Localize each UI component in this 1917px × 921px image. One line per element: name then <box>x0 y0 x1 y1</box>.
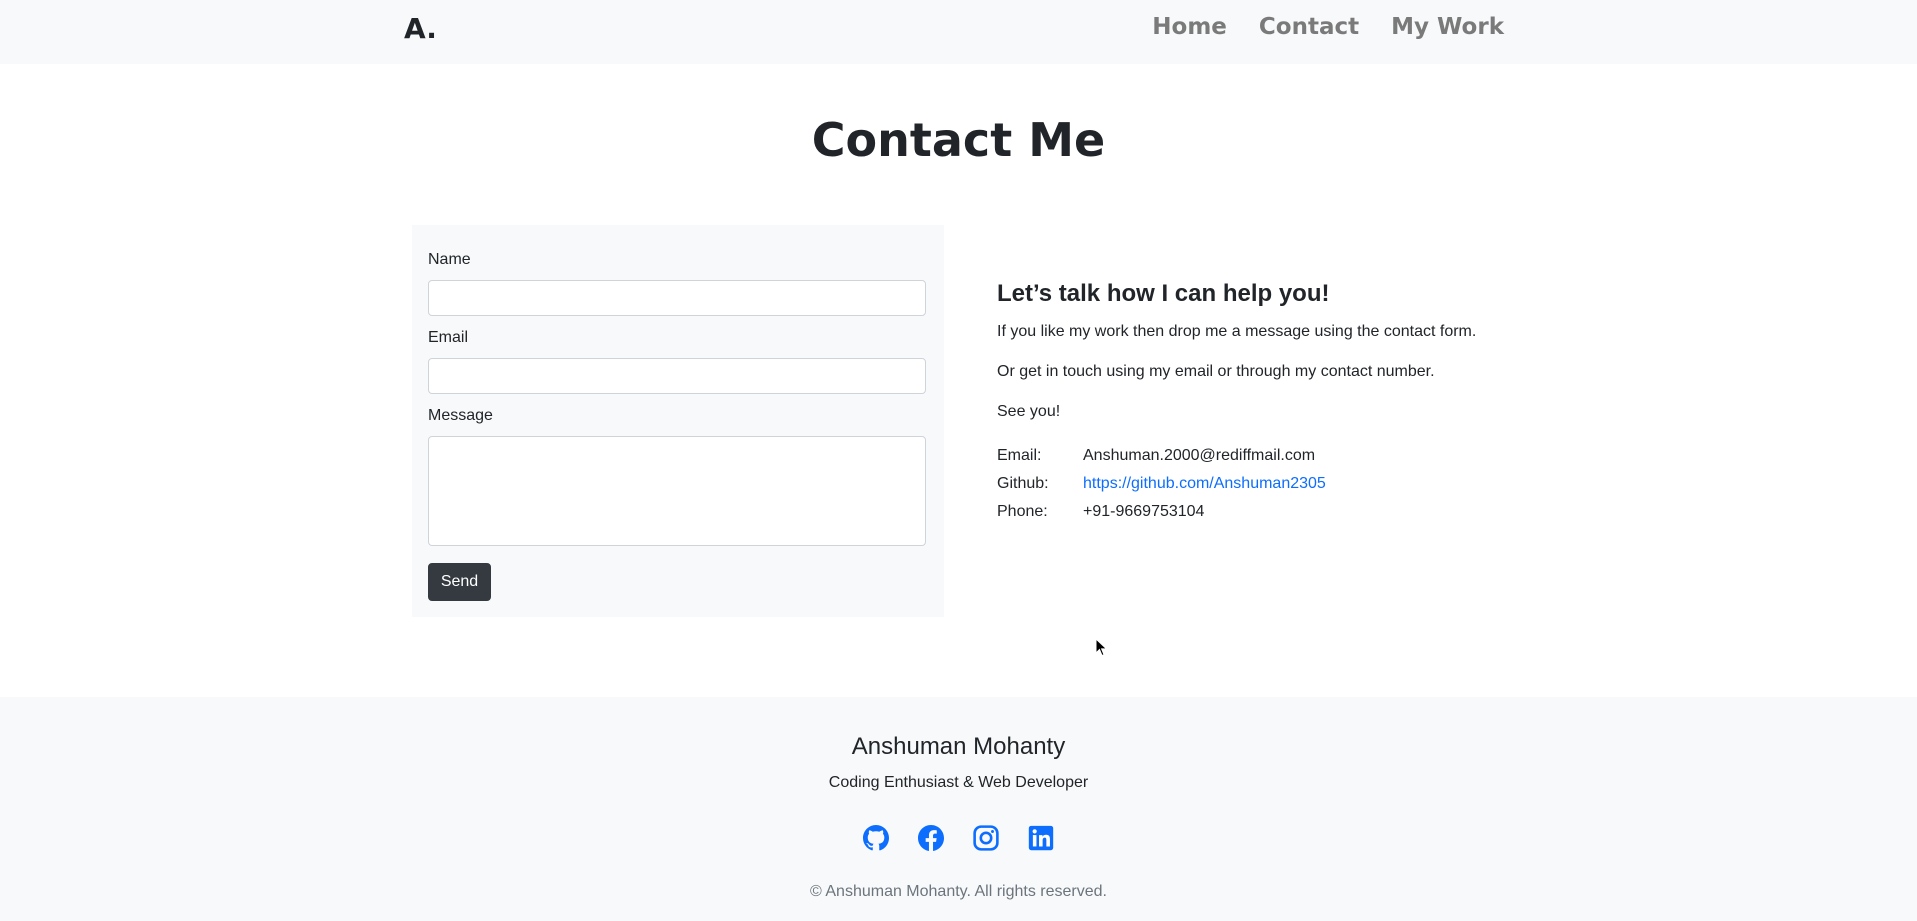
facebook-icon[interactable] <box>918 825 944 851</box>
copyright: © Anshuman Mohanty. All rights reserved. <box>810 883 1107 900</box>
github-link[interactable]: https://github.com/Anshuman2305 <box>1083 470 1326 498</box>
contact-key: Email: <box>997 447 1042 464</box>
github-icon[interactable] <box>863 825 889 851</box>
nav-link-contact[interactable]: Contact <box>1227 12 1359 42</box>
info-heading: Let’s talk how I can help you! <box>997 280 1330 307</box>
message-label: Message <box>428 407 493 424</box>
contact-key: Phone: <box>997 503 1048 520</box>
info-paragraph: If you like my work then drop me a messa… <box>997 323 1477 340</box>
contact-row-email: Email: Anshuman.2000@rediffmail.com <box>997 442 1517 470</box>
name-input[interactable] <box>428 280 926 316</box>
page-title: Contact Me <box>811 113 1106 167</box>
contact-row-phone: Phone: +91-9669753104 <box>997 498 1517 526</box>
navbar: A. Home Contact My Work <box>0 0 1917 64</box>
footer-name: Anshuman Mohanty <box>851 733 1066 760</box>
contact-info: Let’s talk how I can help you! If you li… <box>997 278 1517 526</box>
nav-link-home[interactable]: Home <box>1120 12 1227 42</box>
contact-form: Name Email Message Send <box>412 225 944 617</box>
nav-link-my-work[interactable]: My Work <box>1359 12 1504 42</box>
contact-row-github: Github: https://github.com/Anshuman2305 <box>997 470 1517 498</box>
footer-tagline: Coding Enthusiast & Web Developer <box>828 774 1089 791</box>
linkedin-icon[interactable] <box>1028 825 1054 851</box>
email-input[interactable] <box>428 358 926 394</box>
phone-value: +91-9669753104 <box>1083 503 1205 520</box>
email-label: Email <box>428 329 469 346</box>
footer: Anshuman Mohanty Coding Enthusiast & Web… <box>0 697 1917 921</box>
send-button[interactable]: Send <box>428 563 491 601</box>
info-paragraph: See you! <box>997 403 1061 420</box>
brand-logo[interactable]: A. <box>404 12 437 45</box>
social-links <box>0 825 1917 851</box>
nav-links: Home Contact My Work <box>1120 12 1504 42</box>
name-label: Name <box>428 251 471 268</box>
contact-key: Github: <box>997 475 1049 492</box>
instagram-icon[interactable] <box>973 825 999 851</box>
info-paragraph: Or get in touch using my email or throug… <box>997 363 1435 380</box>
message-textarea[interactable] <box>428 436 926 546</box>
email-value: Anshuman.2000@rediffmail.com <box>1083 447 1316 464</box>
mouse-cursor-icon <box>1095 638 1108 657</box>
